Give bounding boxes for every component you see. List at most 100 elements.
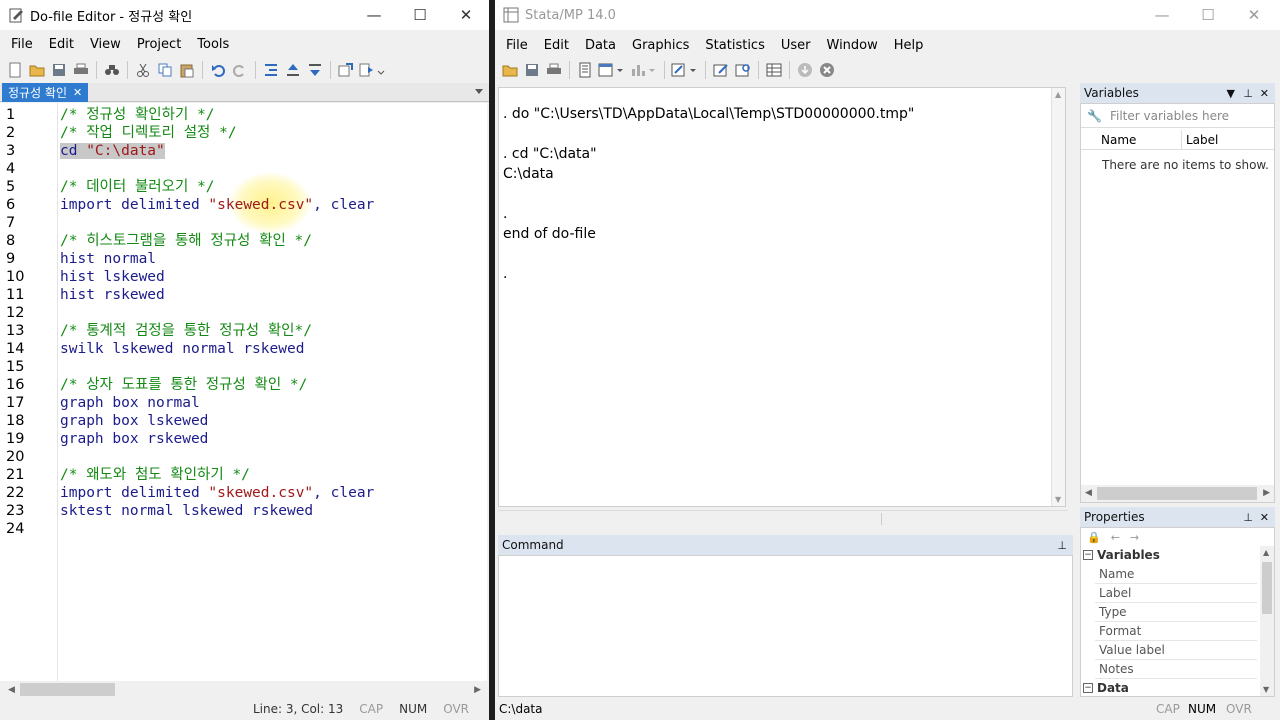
code-line[interactable]: cd "C:\data" (60, 142, 165, 160)
print-icon[interactable] (71, 60, 91, 80)
copy-icon[interactable] (155, 60, 175, 80)
code-line[interactable]: /* 정규성 확인하기 */ (60, 106, 215, 124)
code-line[interactable]: /* 통계적 검정을 통한 정규성 확인*/ (60, 322, 312, 340)
data-editor-edit-icon[interactable] (711, 60, 731, 80)
scroll-left-icon[interactable]: ◀ (1085, 488, 1092, 498)
collapse-icon[interactable]: − (1083, 550, 1093, 560)
code-line[interactable]: hist rskewed (60, 286, 165, 304)
code-line[interactable]: import delimited "skewed.csv", clear (60, 484, 374, 502)
lock-icon[interactable]: 🔒 (1087, 531, 1101, 544)
shift-right-icon[interactable] (261, 60, 281, 80)
bookmark-up-icon[interactable] (283, 60, 303, 80)
close-icon[interactable]: ✕ (443, 0, 489, 30)
code-line[interactable]: /* 작업 디렉토리 설정 */ (60, 124, 237, 142)
close-icon[interactable]: ✕ (1260, 87, 1269, 100)
log-icon[interactable] (575, 60, 595, 80)
code-line[interactable]: swilk lskewed normal rskewed (60, 340, 304, 358)
menu-project[interactable]: Project (129, 37, 189, 52)
code-line[interactable]: hist normal (60, 250, 156, 268)
tab-close-icon[interactable]: ✕ (73, 86, 82, 99)
preview-icon[interactable] (336, 60, 356, 80)
cut-icon[interactable] (133, 60, 153, 80)
undo-icon[interactable] (208, 60, 228, 80)
redo-icon[interactable] (230, 60, 250, 80)
menu-help[interactable]: Help (886, 38, 932, 53)
menu-view[interactable]: View (82, 37, 129, 52)
menu-graphics[interactable]: Graphics (624, 38, 697, 53)
execute-do-icon[interactable] (358, 60, 386, 80)
menu-file[interactable]: File (0, 37, 41, 52)
pin-icon[interactable]: ⊥ (1243, 87, 1253, 100)
graph-icon[interactable] (629, 60, 659, 80)
menu-tools[interactable]: Tools (189, 37, 237, 52)
forward-arrow-icon[interactable]: → (1130, 531, 1139, 544)
properties-group-variables[interactable]: − Variables (1083, 546, 1160, 564)
paste-icon[interactable] (177, 60, 197, 80)
wrench-icon[interactable]: 🔧 (1087, 109, 1102, 123)
variables-manager-icon[interactable] (764, 60, 784, 80)
save-icon[interactable] (49, 60, 69, 80)
minimize-icon[interactable]: — (351, 0, 397, 30)
property-row[interactable]: Notes (1095, 660, 1257, 679)
bookmark-down-icon[interactable] (305, 60, 325, 80)
property-row[interactable]: Format (1095, 622, 1257, 641)
close-icon[interactable]: ✕ (1260, 511, 1269, 524)
close-icon[interactable]: ✕ (1231, 0, 1277, 30)
code-line[interactable]: /* 상자 도표를 통한 정규성 확인 */ (60, 376, 307, 394)
results-window[interactable]: ▲ ▼ . do "C:\Users\TD\AppData\Local\Temp… (498, 87, 1066, 507)
scroll-thumb[interactable] (20, 683, 115, 696)
variables-hscrollbar[interactable]: ◀ ▶ (1081, 485, 1274, 502)
scroll-up-icon[interactable]: ▲ (1263, 548, 1269, 557)
menu-statistics[interactable]: Statistics (697, 38, 772, 53)
pin-icon[interactable]: ⊥ (1057, 539, 1067, 552)
tab-dofile[interactable]: 정규성 확인 ✕ (2, 83, 89, 102)
scroll-left-icon[interactable]: ◀ (8, 685, 15, 695)
code-line[interactable]: hist lskewed (60, 268, 165, 286)
open-folder-icon[interactable] (27, 60, 47, 80)
menu-file[interactable]: File (495, 38, 536, 53)
menu-window[interactable]: Window (819, 38, 886, 53)
open-folder-icon[interactable] (500, 60, 520, 80)
command-input[interactable] (498, 555, 1073, 697)
code-line[interactable]: /* 데이터 불러오기 */ (60, 178, 215, 196)
scroll-right-icon[interactable]: ▶ (474, 685, 481, 695)
property-row[interactable]: Name (1095, 565, 1257, 584)
save-icon[interactable] (522, 60, 542, 80)
tab-dropdown-icon[interactable] (475, 89, 483, 94)
code-line[interactable]: /* 왜도와 첨도 확인하기 */ (60, 466, 250, 484)
column-label[interactable]: Label (1186, 133, 1218, 147)
more-icon[interactable] (795, 60, 815, 80)
properties-group-data[interactable]: − Data (1083, 679, 1129, 697)
back-arrow-icon[interactable]: ← (1111, 531, 1120, 544)
code-editor[interactable]: 1 /* 정규성 확인하기 */ 2 /* 작업 디렉토리 설정 */ 3 cd "C:\… (0, 103, 487, 681)
scroll-down-icon[interactable]: ▼ (1263, 685, 1269, 694)
new-file-icon[interactable] (5, 60, 25, 80)
scroll-down-icon[interactable]: ▼ (1055, 495, 1061, 504)
menu-edit[interactable]: Edit (536, 38, 577, 53)
menu-data[interactable]: Data (577, 38, 624, 53)
code-line[interactable]: graph box rskewed (60, 430, 208, 448)
filter-variables-input[interactable]: Filter variables here (1110, 109, 1229, 123)
scroll-up-icon[interactable]: ▲ (1055, 90, 1061, 99)
code-line[interactable]: graph box lskewed (60, 412, 208, 430)
find-icon[interactable] (102, 60, 122, 80)
pin-icon[interactable]: ⊥ (1243, 511, 1253, 524)
editor-horizontal-scrollbar[interactable]: ◀ ▶ (0, 681, 487, 698)
results-scrollbar[interactable]: ▲ ▼ (1051, 88, 1065, 506)
scroll-right-icon[interactable]: ▶ (1263, 488, 1270, 498)
scroll-thumb[interactable] (1262, 562, 1272, 614)
menu-user[interactable]: User (773, 38, 819, 53)
viewer-icon[interactable] (597, 60, 627, 80)
print-icon[interactable] (544, 60, 564, 80)
scroll-thumb[interactable] (1097, 487, 1257, 500)
dofile-editor-icon[interactable] (670, 60, 700, 80)
collapse-icon[interactable]: − (1083, 683, 1093, 693)
maximize-icon[interactable]: ☐ (397, 0, 443, 30)
menu-edit[interactable]: Edit (41, 37, 82, 52)
property-row[interactable]: Type (1095, 603, 1257, 622)
maximize-icon[interactable]: ☐ (1185, 0, 1231, 30)
properties-scrollbar[interactable]: ▲ ▼ (1260, 546, 1274, 696)
code-line[interactable]: graph box normal (60, 394, 200, 412)
break-icon[interactable] (817, 60, 837, 80)
data-editor-browse-icon[interactable] (733, 60, 753, 80)
